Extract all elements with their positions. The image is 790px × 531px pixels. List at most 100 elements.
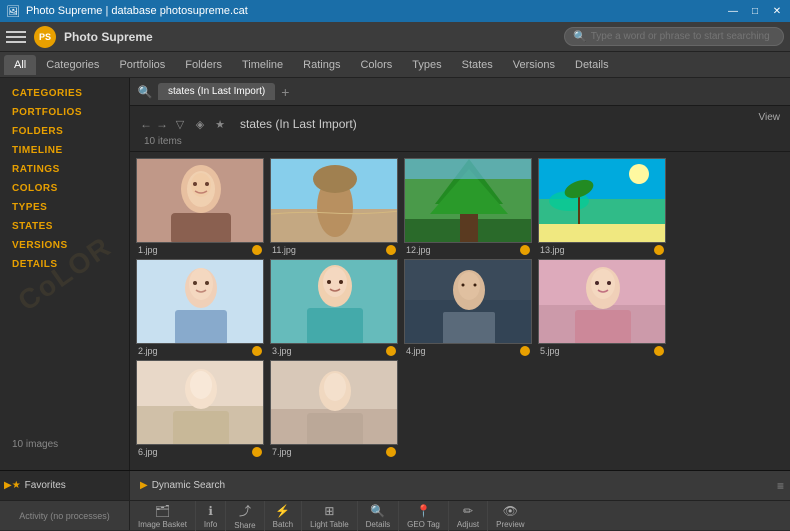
image-cell-1: 1.jpg <box>136 158 264 255</box>
image-thumb-6[interactable] <box>136 360 264 445</box>
image-filename-11: 11.jpg <box>272 245 296 255</box>
hamburger-menu-button[interactable] <box>6 31 26 43</box>
expand-icon[interactable]: ≡ <box>777 479 784 493</box>
image-filename-6: 6.jpg <box>138 447 158 457</box>
nav-back-arrow[interactable]: ← <box>140 117 152 131</box>
batch-button[interactable]: ⚡ Batch <box>265 501 302 531</box>
image-color-dot-5 <box>654 346 664 356</box>
sidebar-item-portfolios[interactable]: PORTFOLIOS <box>0 103 129 122</box>
main-toolbar: PS Photo Supreme 🔍 <box>0 22 790 52</box>
window-title: Photo Supreme | database photosupreme.ca… <box>26 5 248 17</box>
tab-portfolios[interactable]: Portfolios <box>109 55 175 75</box>
image-basket-button[interactable]: 🗂 Image Basket <box>130 501 196 531</box>
tab-ratings[interactable]: Ratings <box>293 55 350 75</box>
content-tab-states[interactable]: states (In Last Import) <box>158 83 275 100</box>
content-tab-bar: states (In Last Import) + <box>158 83 784 100</box>
activity-label: Activity (no processes) <box>19 511 110 521</box>
image-label-row-12: 12.jpg <box>404 245 532 255</box>
activity-section: Activity (no processes) <box>0 501 130 530</box>
nav-tab-bar: All Categories Portfolios Folders Timeli… <box>0 52 790 78</box>
sidebar-item-timeline[interactable]: TIMELINE <box>0 141 129 160</box>
content-area: 🔍 states (In Last Import) + ← → ▽ ◈ ★ st… <box>130 78 790 470</box>
dynamic-search-row[interactable]: ▶ Dynamic Search <box>136 478 229 493</box>
tab-details[interactable]: Details <box>565 55 619 75</box>
image-color-dot-11 <box>386 245 396 255</box>
image-filename-7: 7.jpg <box>272 447 292 457</box>
image-thumb-2[interactable] <box>136 259 264 344</box>
nav-forward-arrow[interactable]: → <box>156 117 168 131</box>
sidebar-item-folders[interactable]: FOLDERS <box>0 122 129 141</box>
image-label-row-6: 6.jpg <box>136 447 264 457</box>
image-color-dot-13 <box>654 245 664 255</box>
sidebar-item-ratings[interactable]: RATINGS <box>0 160 129 179</box>
image-cell-5: 5.jpg <box>538 259 666 356</box>
sidebar-item-categories[interactable]: CATEGORIES <box>0 84 129 103</box>
info-button[interactable]: ℹ Info <box>196 501 226 531</box>
image-thumb-12[interactable] <box>404 158 532 243</box>
search-input[interactable] <box>591 31 775 42</box>
view-button[interactable]: View <box>759 112 781 123</box>
tab-versions[interactable]: Versions <box>503 55 565 75</box>
image-thumb-5[interactable] <box>538 259 666 344</box>
filter-icon[interactable]: ▽ <box>172 116 188 132</box>
add-tab-button[interactable]: + <box>277 84 293 100</box>
sidebar-item-colors[interactable]: COLORS <box>0 179 129 198</box>
image-cell-13: 13.jpg <box>538 158 666 255</box>
preview-button[interactable]: 👁 Preview <box>488 501 532 531</box>
tab-timeline[interactable]: Timeline <box>232 55 293 75</box>
maximize-button[interactable]: □ <box>748 4 762 18</box>
image-thumb-4[interactable] <box>404 259 532 344</box>
title-bar: 🖼 Photo Supreme | database photosupreme.… <box>0 0 790 22</box>
status-and-bottom-bar: ▶★ Favorites ▶ Dynamic Search ≡ <box>0 470 790 500</box>
dynamic-search-label: Dynamic Search <box>152 480 225 491</box>
search-bar[interactable]: 🔍 <box>564 27 784 46</box>
image-cell-12: 12.jpg <box>404 158 532 255</box>
image-color-dot-7 <box>386 447 396 457</box>
share-button[interactable]: ⤴ Share <box>226 501 264 531</box>
image-thumb-1[interactable] <box>136 158 264 243</box>
sidebar-item-details[interactable]: DETAILS <box>0 255 129 274</box>
image-basket-label: Image Basket <box>138 520 187 529</box>
sidebar-image-count: 10 images <box>12 439 58 450</box>
tab-states[interactable]: States <box>452 55 503 75</box>
minimize-button[interactable]: — <box>726 4 740 18</box>
tab-categories[interactable]: Categories <box>36 55 109 75</box>
favorites-row[interactable]: ▶★ Favorites <box>0 478 129 493</box>
image-color-dot-1 <box>252 245 262 255</box>
light-table-label: Light Table <box>310 520 349 529</box>
info-label: Info <box>204 520 217 529</box>
image-thumb-13[interactable] <box>538 158 666 243</box>
star-icon[interactable]: ★ <box>212 116 228 132</box>
sidebar-item-types[interactable]: TYPES <box>0 198 129 217</box>
geo-tag-button[interactable]: 📍 GEO Tag <box>399 501 449 531</box>
content-toolbar: 🔍 states (In Last Import) + <box>130 78 790 106</box>
image-label-row-4: 4.jpg <box>404 346 532 356</box>
content-header-nav: ← → ▽ ◈ ★ states (In Last Import) <box>140 116 357 132</box>
light-table-button[interactable]: ⊞ Light Table <box>302 501 358 531</box>
sidebar-item-states[interactable]: STATES <box>0 217 129 236</box>
image-thumb-3[interactable] <box>270 259 398 344</box>
image-thumb-7[interactable] <box>270 360 398 445</box>
image-filename-5: 5.jpg <box>540 346 560 356</box>
image-cell-7: 7.jpg <box>270 360 398 457</box>
tab-colors[interactable]: Colors <box>350 55 402 75</box>
details-label: Details <box>366 520 390 529</box>
preview-label: Preview <box>496 520 524 529</box>
tab-all[interactable]: All <box>4 55 36 75</box>
tab-folders[interactable]: Folders <box>175 55 232 75</box>
image-color-dot-4 <box>520 346 530 356</box>
image-thumb-11[interactable] <box>270 158 398 243</box>
details-button[interactable]: 🔍 Details <box>358 501 399 531</box>
adjust-button[interactable]: ✏ Adjust <box>449 501 488 531</box>
dynamic-search-icon: ▶ <box>140 480 148 491</box>
bottom-icon-toolbar: Activity (no processes) 🗂 Image Basket ℹ… <box>0 500 790 530</box>
close-button[interactable]: ✕ <box>770 4 784 18</box>
tab-types[interactable]: Types <box>402 55 451 75</box>
layers-icon[interactable]: ◈ <box>192 116 208 132</box>
sidebar: CoLOR CATEGORIES PORTFOLIOS FOLDERS TIME… <box>0 78 130 470</box>
image-row-1: 1.jpg <box>136 158 784 255</box>
search-content-icon[interactable]: 🔍 <box>136 83 154 101</box>
image-filename-13: 13.jpg <box>540 245 565 255</box>
app-icon: 🖼 <box>6 5 20 18</box>
sidebar-item-versions[interactable]: VERSIONS <box>0 236 129 255</box>
